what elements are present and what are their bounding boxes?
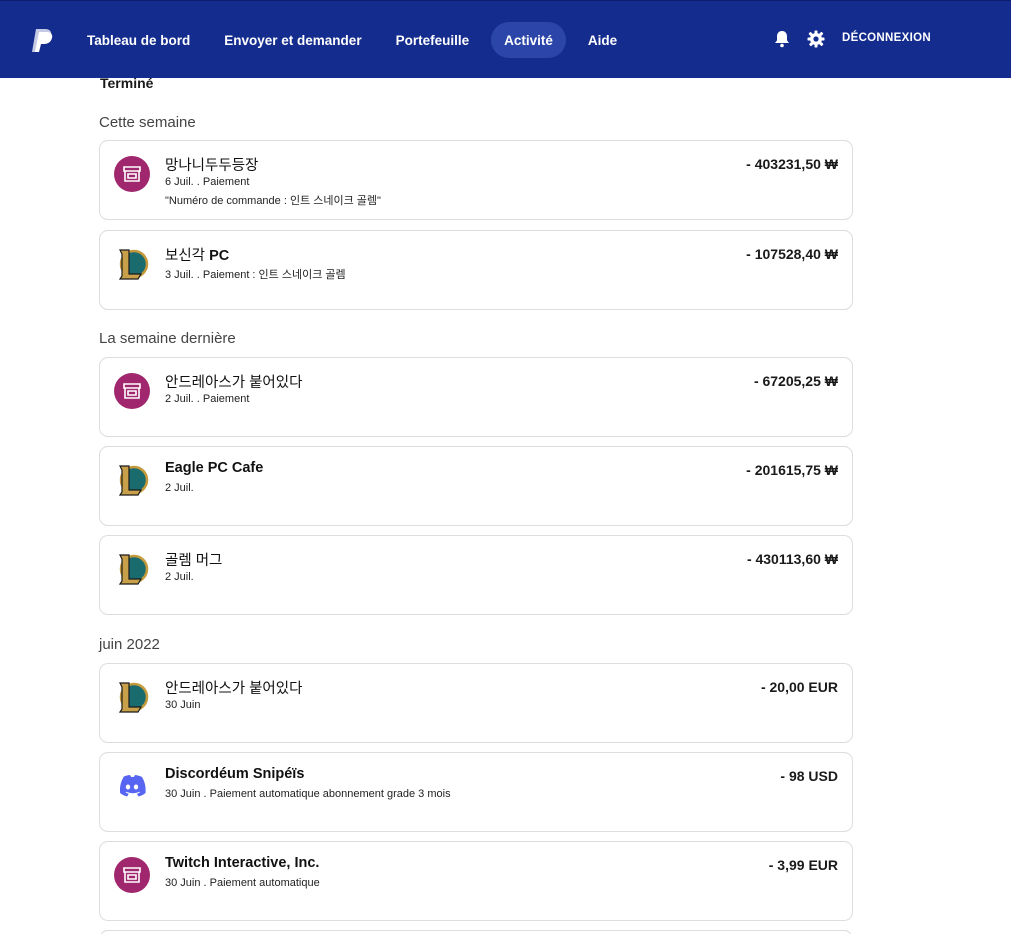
merchant-name: 망나니두두등장 bbox=[165, 158, 259, 174]
nav-tableau-de-bord[interactable]: Tableau de bord bbox=[70, 22, 207, 58]
transaction-date-type: 2 Juil. bbox=[165, 571, 194, 583]
transaction-row[interactable]: 안드레아스가 붙어있다 2 Juil. . Paiement - 67205,2… bbox=[99, 357, 853, 437]
transaction-date-type: 3 Juil. . Paiement : 인트 스네이크 골렘 bbox=[165, 269, 346, 281]
transaction-amount: - 98 USD bbox=[780, 768, 838, 784]
merchant-name: 보신각 PC bbox=[165, 248, 230, 264]
nav-aide[interactable]: Aide bbox=[571, 22, 634, 58]
transaction-row[interactable]: 보신각 PC 3 Juil. . Paiement : 인트 스네이크 골렘 -… bbox=[99, 230, 853, 310]
section-title-june-2022: juin 2022 bbox=[99, 636, 160, 653]
transaction-date-type: 30 Juin . Paiement automatique bbox=[165, 877, 320, 889]
transaction-row[interactable]: Discordéum Snipéïs 30 Juin . Paiement au… bbox=[99, 752, 853, 832]
league-of-legends-icon bbox=[114, 462, 150, 498]
shop-icon bbox=[114, 156, 150, 192]
league-of-legends-icon bbox=[114, 246, 150, 282]
shop-icon bbox=[114, 373, 150, 409]
merchant-name: 안드레아스가 붙어있다 bbox=[165, 681, 303, 697]
transaction-date-type: 2 Juil. . Paiement bbox=[165, 393, 250, 405]
transaction-note: "Numéro de commande : 인트 스네이크 골렘" bbox=[165, 195, 381, 207]
header-tools bbox=[772, 29, 826, 49]
transaction-date-type: 30 Juin bbox=[165, 699, 201, 711]
logout-button[interactable]: DÉCONNEXION bbox=[842, 32, 931, 44]
nav-envoyer-et-demander[interactable]: Envoyer et demander bbox=[207, 22, 378, 58]
transaction-amount: - 67205,25 ₩ bbox=[753, 373, 838, 389]
transaction-row[interactable]: 골렘 머그 2 Juil. - 430113,60 ₩ bbox=[99, 535, 853, 615]
shop-icon bbox=[114, 857, 150, 893]
transaction-amount: - 201615,75 ₩ bbox=[746, 462, 838, 478]
merchant-name: Discordéum Snipéïs bbox=[165, 766, 305, 782]
main-nav: Tableau de bord Envoyer et demander Port… bbox=[70, 22, 634, 58]
league-of-legends-icon bbox=[114, 551, 150, 587]
merchant-name: 골렘 머그 bbox=[165, 553, 223, 569]
status-heading: Terminé bbox=[100, 75, 154, 91]
merchant-name: Twitch Interactive, Inc. bbox=[165, 855, 320, 871]
paypal-logo-icon[interactable] bbox=[30, 27, 56, 55]
transaction-row-partial[interactable] bbox=[99, 930, 853, 934]
transaction-amount: - 20,00 EUR bbox=[760, 679, 838, 695]
discord-icon bbox=[114, 768, 150, 804]
merchant-name: 안드레아스가 붙어있다 bbox=[165, 375, 303, 391]
top-navigation-bar: Tableau de bord Envoyer et demander Port… bbox=[0, 0, 1011, 78]
gear-icon[interactable] bbox=[806, 29, 826, 49]
transaction-date-type: 30 Juin . Paiement automatique abonnemen… bbox=[165, 788, 451, 800]
transaction-row[interactable]: 안드레아스가 붙어있다 30 Juin - 20,00 EUR bbox=[99, 663, 853, 743]
nav-activite[interactable]: Activité bbox=[491, 22, 566, 58]
transaction-date-type: 6 Juil. . Paiement bbox=[165, 176, 250, 188]
nav-portefeuille[interactable]: Portefeuille bbox=[379, 22, 487, 58]
transaction-amount: - 107528,40 ₩ bbox=[746, 246, 838, 262]
bell-icon[interactable] bbox=[772, 29, 792, 49]
transaction-row[interactable]: Eagle PC Cafe 2 Juil. - 201615,75 ₩ bbox=[99, 446, 853, 526]
merchant-name: Eagle PC Cafe bbox=[165, 460, 264, 476]
transaction-date-type: 2 Juil. bbox=[165, 482, 194, 494]
transaction-amount: - 403231,50 ₩ bbox=[746, 156, 838, 172]
league-of-legends-icon bbox=[114, 679, 150, 715]
section-title-last-week: La semaine dernière bbox=[99, 330, 236, 347]
merchant-name-suffix: PC bbox=[209, 248, 230, 264]
transaction-row[interactable]: 망나니두두등장 6 Juil. . Paiement "Numéro de co… bbox=[99, 140, 853, 220]
transaction-amount: - 3,99 EUR bbox=[768, 857, 838, 873]
section-title-this-week: Cette semaine bbox=[99, 114, 196, 131]
transaction-row[interactable]: Twitch Interactive, Inc. 30 Juin . Paiem… bbox=[99, 841, 853, 921]
transaction-amount: - 430113,60 ₩ bbox=[746, 551, 838, 567]
